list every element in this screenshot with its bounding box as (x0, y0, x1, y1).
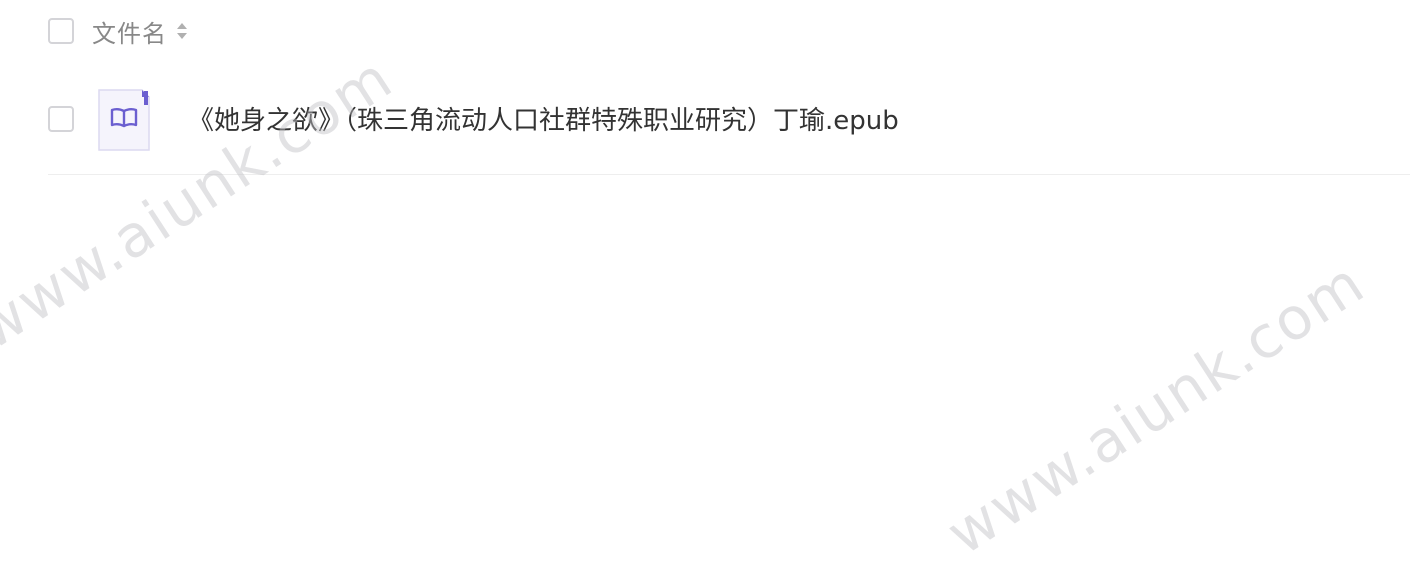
filename-column-header[interactable]: 文件名 (92, 14, 167, 49)
sort-icon[interactable] (175, 20, 189, 42)
watermark: www.aiunk.com (934, 248, 1377, 568)
file-select-checkbox[interactable] (48, 106, 74, 132)
file-list-header: 文件名 (48, 14, 189, 48)
select-all-checkbox[interactable] (48, 18, 74, 44)
ebook-file-icon (98, 89, 150, 151)
file-name-link[interactable]: 《她身之欲》（珠三角流动人口社群特殊职业研究）丁瑜.epub (188, 104, 899, 138)
file-row[interactable]: 《她身之欲》（珠三角流动人口社群特殊职业研究）丁瑜.epub (48, 89, 1410, 175)
